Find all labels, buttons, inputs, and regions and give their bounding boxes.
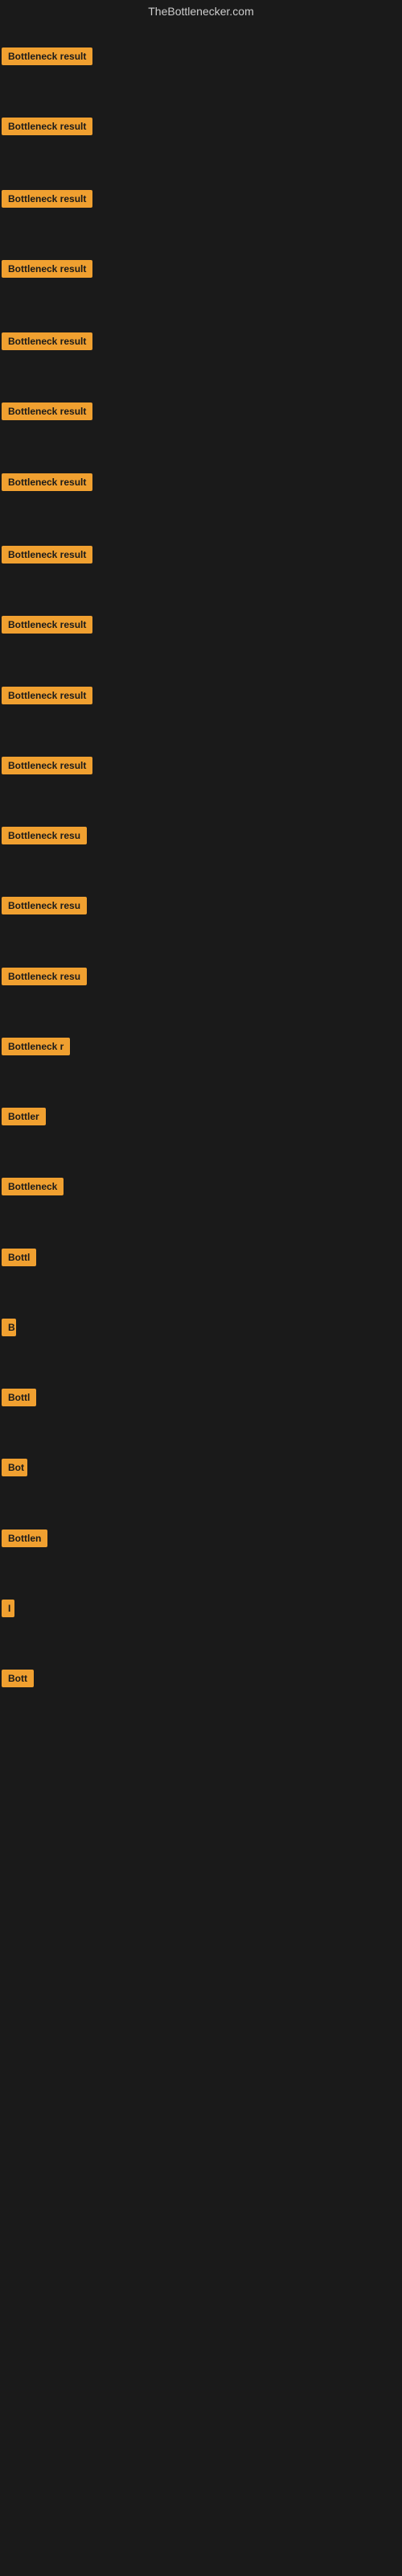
bottleneck-item-1: Bottleneck result [2,46,92,71]
bottleneck-badge-12: Bottleneck resu [2,827,87,844]
bottleneck-badge-9: Bottleneck result [2,616,92,634]
bottleneck-item-15: Bottleneck r [2,1036,70,1061]
bottleneck-item-2: Bottleneck result [2,116,92,141]
bottleneck-item-6: Bottleneck result [2,401,92,426]
bottleneck-badge-16: Bottler [2,1108,46,1125]
bottleneck-item-21: Bot [2,1457,27,1482]
bottleneck-badge-17: Bottleneck [2,1178,64,1195]
bottleneck-badge-24: Bott [2,1670,34,1687]
bottleneck-badge-21: Bot [2,1459,27,1476]
bottleneck-item-12: Bottleneck resu [2,825,87,850]
bottleneck-badge-1: Bottleneck result [2,47,92,65]
bottleneck-item-5: Bottleneck result [2,331,92,356]
bottleneck-badge-14: Bottleneck resu [2,968,87,985]
bottleneck-badge-10: Bottleneck result [2,687,92,704]
bottleneck-badge-7: Bottleneck result [2,473,92,491]
bottleneck-badge-5: Bottleneck result [2,332,92,350]
bottleneck-badge-2: Bottleneck result [2,118,92,135]
bottleneck-badge-18: Bottl [2,1249,36,1266]
bottleneck-item-14: Bottleneck resu [2,966,87,991]
bottleneck-item-10: Bottleneck result [2,685,92,710]
bottleneck-item-19: B [2,1317,16,1342]
bottleneck-item-11: Bottleneck result [2,755,92,780]
bottleneck-item-16: Bottler [2,1106,46,1131]
bottleneck-badge-8: Bottleneck result [2,546,92,564]
bottleneck-item-9: Bottleneck result [2,614,92,639]
bottleneck-item-23: I [2,1598,14,1623]
bottleneck-badge-19: B [2,1319,16,1336]
bottleneck-badge-3: Bottleneck result [2,190,92,208]
bottleneck-item-3: Bottleneck result [2,188,92,213]
bottleneck-item-24: Bott [2,1668,34,1693]
bottleneck-item-8: Bottleneck result [2,544,92,569]
bottleneck-badge-4: Bottleneck result [2,260,92,278]
bottleneck-badge-20: Bottl [2,1389,36,1406]
bottleneck-badge-22: Bottlen [2,1530,47,1547]
bottleneck-badge-6: Bottleneck result [2,402,92,420]
items-container [0,23,402,26]
bottleneck-badge-23: I [2,1600,14,1617]
bottleneck-item-7: Bottleneck result [2,472,92,497]
bottleneck-item-18: Bottl [2,1247,36,1272]
bottleneck-item-20: Bottl [2,1387,36,1412]
bottleneck-item-22: Bottlen [2,1528,47,1553]
bottleneck-item-13: Bottleneck resu [2,895,87,920]
bottleneck-item-17: Bottleneck [2,1176,64,1201]
bottleneck-badge-11: Bottleneck result [2,757,92,774]
bottleneck-badge-15: Bottleneck r [2,1038,70,1055]
site-title: TheBottlenecker.com [0,0,402,23]
bottleneck-item-4: Bottleneck result [2,258,92,283]
bottleneck-badge-13: Bottleneck resu [2,897,87,914]
